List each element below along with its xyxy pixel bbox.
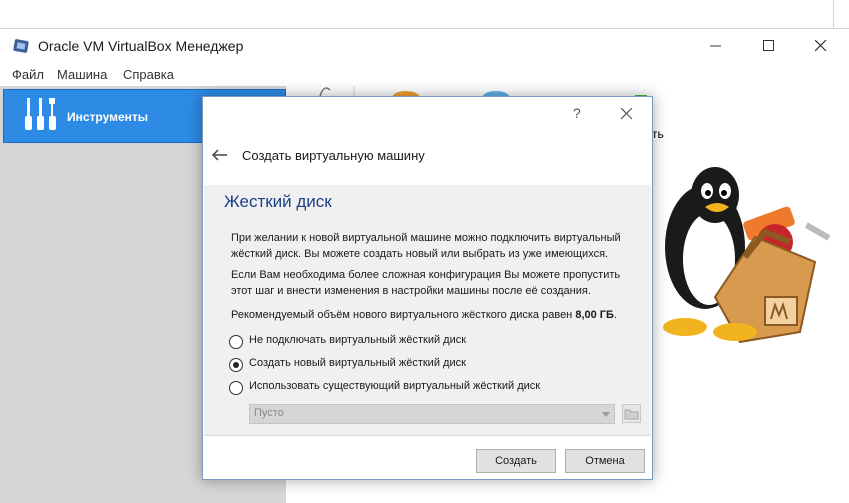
create-vm-dialog: ? Создать виртуальную машину Жесткий дис… <box>202 96 653 480</box>
back-arrow-icon[interactable] <box>212 149 228 161</box>
dialog-close-icon[interactable] <box>621 108 633 120</box>
menu-help[interactable]: Справка <box>123 67 174 82</box>
window-title: Oracle VM VirtualBox Менеджер <box>38 38 244 54</box>
toolbar-label-partial: ть <box>652 127 664 141</box>
minimize-icon <box>710 45 721 47</box>
title-bar: Oracle VM VirtualBox Менеджер <box>0 29 849 62</box>
existing-disk-select[interactable]: Пусто <box>249 404 615 424</box>
divider <box>833 0 834 29</box>
radio-button[interactable] <box>229 358 243 372</box>
cancel-button[interactable]: Отмена <box>565 449 645 473</box>
divider <box>204 435 651 436</box>
virtualbox-app-icon <box>13 39 29 53</box>
radio-button[interactable] <box>229 335 243 349</box>
wizard-page: Жесткий диск При желании к новой виртуал… <box>204 185 651 435</box>
disk-select-value: Пусто <box>254 407 284 419</box>
recommended-size: 8,00 ГБ <box>575 309 614 321</box>
tools-icon <box>25 98 56 130</box>
chevron-down-icon <box>602 412 610 417</box>
radio-label: Создать новый виртуальный жёсткий диск <box>249 357 466 369</box>
desktop-top-strip <box>0 0 849 29</box>
close-icon <box>815 40 827 52</box>
help-button[interactable]: ? <box>573 105 581 121</box>
description-paragraph: При желании к новой виртуальной машине м… <box>231 232 621 260</box>
radio-label: Не подключать виртуальный жёсткий диск <box>249 334 467 346</box>
tux-toolbox-illustration <box>663 167 831 344</box>
recommendation-prefix: Рекомендуемый объём нового виртуального … <box>231 309 576 321</box>
maximize-icon <box>763 40 774 51</box>
menu-machine[interactable]: Машина <box>57 67 107 82</box>
radio-label: Использовать существующий виртуальный жё… <box>249 380 541 392</box>
section-title: Жесткий диск <box>224 192 332 211</box>
minimize-button[interactable] <box>693 29 739 62</box>
maximize-button[interactable] <box>746 29 792 62</box>
description-paragraph: Если Вам необходима более сложная конфиг… <box>231 269 621 297</box>
menu-bar: Файл Машина Справка <box>0 62 849 86</box>
radio-button[interactable] <box>229 381 243 395</box>
dialog-title: Создать виртуальную машину <box>242 148 425 163</box>
folder-icon[interactable] <box>622 404 641 423</box>
create-button[interactable]: Создать <box>476 449 556 473</box>
recommendation-suffix: . <box>613 309 617 321</box>
sidebar-item-label: Инструменты <box>67 110 149 124</box>
recommendation-text: Рекомендуемый объём нового виртуального … <box>231 307 641 323</box>
menu-file[interactable]: Файл <box>12 67 44 82</box>
close-button[interactable] <box>798 29 844 62</box>
